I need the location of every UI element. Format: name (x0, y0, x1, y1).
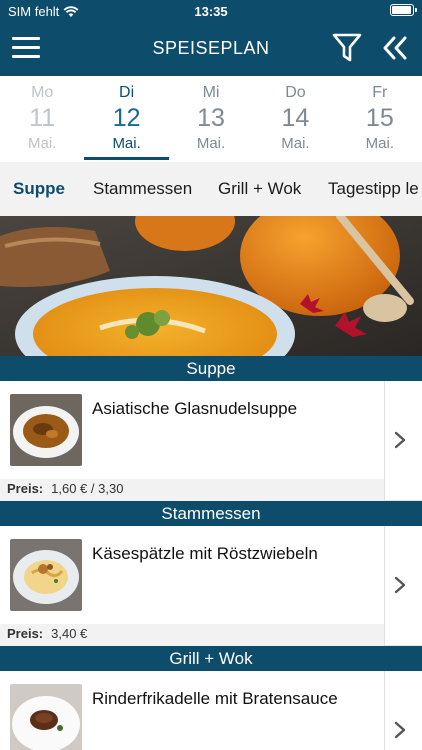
divider (384, 381, 385, 501)
dish-name: Rinderfrikadelle mit Bratensauce (92, 689, 338, 708)
day-number: 15 (365, 104, 394, 132)
menu-item-glasnudelsuppe[interactable]: Asiatische Glasnudelsuppe Preis: 1,60 € /… (0, 381, 422, 501)
day-number: 12 (112, 104, 141, 132)
chevron-right-icon[interactable] (394, 576, 406, 594)
filter-icon[interactable] (332, 32, 362, 64)
day-name: Mi (202, 84, 220, 101)
navigation-bar: SPEISEPLAN (0, 22, 422, 76)
tab-stammessen[interactable]: Stammessen (93, 179, 192, 199)
day-month: Mai. (28, 135, 57, 152)
day-name: Fr (372, 84, 388, 101)
divider (384, 526, 385, 646)
double-chevron-left-icon[interactable] (382, 34, 408, 62)
day-tab-thursday[interactable]: Do 14 Mai. (253, 76, 337, 162)
menu-item-rinderfrikadelle[interactable]: Rinderfrikadelle mit Bratensauce (0, 671, 422, 750)
price-label: Preis: (7, 481, 44, 496)
day-tab-tuesday[interactable]: Di 12 Mai. (84, 76, 170, 162)
dish-photo (10, 394, 82, 466)
dish-photo (10, 684, 82, 750)
clock: 13:35 (194, 4, 228, 19)
dish-name: Asiatische Glasnudelsuppe (92, 399, 298, 418)
day-month: Mai. (281, 135, 310, 152)
tab-tagestipp[interactable]: Tagestipp le (328, 179, 419, 199)
category-tabs: Suppe Stammessen Grill + Wok Tagestipp l… (0, 162, 422, 216)
tab-grill-wok[interactable]: Grill + Wok (218, 179, 301, 199)
price-value: 1,60 € / 3,30 (51, 481, 124, 496)
day-number: 13 (197, 104, 225, 132)
day-selector: Mo 11 Mai. Di 12 Mai. Mi 13 Mai. Do 14 M… (0, 76, 422, 162)
day-tab-monday[interactable]: Mo 11 Mai. (0, 76, 84, 162)
day-tab-friday[interactable]: Fr 15 Mai. (338, 76, 422, 162)
chevron-right-icon[interactable] (394, 721, 406, 739)
price-row: Preis: 3,40 € (0, 624, 384, 646)
day-month: Mai. (112, 135, 141, 152)
day-name: Mo (31, 84, 54, 101)
price-label: Preis: (7, 626, 44, 641)
chevron-right-icon[interactable] (394, 431, 406, 449)
tab-suppe[interactable]: Suppe (13, 179, 65, 199)
section-header-stammessen: Stammessen (0, 501, 422, 526)
section-header-grill-wok: Grill + Wok (0, 646, 422, 671)
dish-photo (10, 539, 82, 611)
status-bar: SIM fehlt 13:35 (0, 0, 422, 22)
divider (384, 671, 385, 750)
price-value: 3,40 € (51, 626, 88, 641)
day-tab-wednesday[interactable]: Mi 13 Mai. (169, 76, 253, 162)
day-name: Do (285, 84, 306, 101)
category-hero-image (0, 216, 422, 356)
day-number: 14 (281, 104, 310, 132)
dish-name: Käsespätzle mit Röstzwiebeln (92, 544, 318, 563)
section-header-suppe: Suppe (0, 356, 422, 381)
battery-icon (390, 4, 417, 16)
price-row: Preis: 1,60 € / 3,30 (0, 479, 384, 501)
day-month: Mai. (196, 135, 226, 152)
day-number: 11 (29, 104, 56, 132)
day-name: Di (119, 84, 135, 101)
day-month: Mai. (365, 135, 394, 152)
menu-item-kaesespaetzle[interactable]: Käsespätzle mit Röstzwiebeln Preis: 3,40 … (0, 526, 422, 646)
